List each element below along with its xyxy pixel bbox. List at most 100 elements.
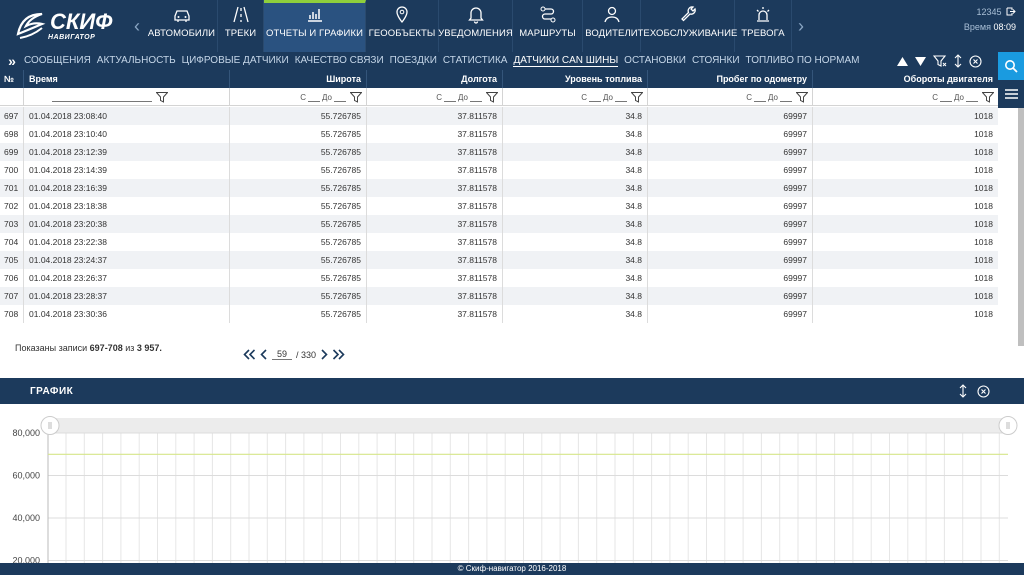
nav-item-chart[interactable]: ОТЧЕТЫ И ГРАФИКИ	[264, 0, 366, 52]
cell-fuel: 34.8	[503, 251, 648, 269]
page-number-input[interactable]: 59	[272, 349, 292, 360]
clear-filter-icon[interactable]	[933, 55, 947, 67]
graph-area: 80,000 60,000 40,000 20,000	[0, 404, 1024, 566]
logout-icon[interactable]	[1006, 7, 1016, 16]
nav-scroll-right-icon[interactable]: ›	[792, 0, 810, 52]
scrollbar-thumb[interactable]	[1018, 108, 1024, 346]
filter-to-input[interactable]	[966, 93, 978, 102]
sort-asc-icon[interactable]	[897, 56, 908, 66]
col-header-time[interactable]: Время	[24, 70, 230, 88]
subtab-6[interactable]: ДАТЧИКИ CAN ШИНЫ	[513, 55, 619, 67]
subtab-3[interactable]: КАЧЕСТВО СВЯЗИ	[295, 55, 384, 67]
cell-odo: 69997	[648, 125, 813, 143]
col-header-odometer[interactable]: Пробег по одометру	[648, 70, 813, 88]
col-header-latitude[interactable]: Широта	[230, 70, 367, 88]
cell-lon: 37.811578	[367, 125, 503, 143]
table-row[interactable]: 708 01.04.2018 23:30:36 55.726785 37.811578…	[0, 305, 998, 323]
cell-lat: 55.726785	[230, 107, 367, 125]
user-id[interactable]: 12345	[976, 7, 1001, 17]
brand-logo[interactable]: СКИФ НАВИГАТОР	[0, 0, 128, 52]
cell-fuel: 34.8	[503, 107, 648, 125]
nav-item-car[interactable]: АВТОМОБИЛИ	[146, 0, 218, 52]
resize-vertical-icon[interactable]	[954, 54, 962, 68]
report-subtabs: » СООБЩЕНИЯ АКТУАЛЬНОСТЬ ЦИФРОВЫЕ ДАТЧИКИ К…	[0, 52, 998, 70]
table-row[interactable]: 702 01.04.2018 23:18:38 55.726785 37.811578…	[0, 197, 998, 215]
cell-eng: 1018	[974, 219, 993, 229]
filter-from-input[interactable]	[308, 93, 321, 102]
col-header-fuel-level[interactable]: Уровень топлива	[503, 70, 648, 88]
filter-to-input[interactable]	[470, 93, 482, 102]
nav-scroll-left-icon[interactable]: ‹	[128, 0, 146, 52]
prev-page-icon[interactable]	[260, 349, 268, 360]
nav-item-label: ТРЕКИ	[224, 28, 257, 39]
table-row[interactable]: 705 01.04.2018 23:24:37 55.726785 37.811578…	[0, 251, 998, 269]
subtab-1[interactable]: АКТУАЛЬНОСТЬ	[97, 55, 176, 67]
table-row[interactable]: 703 01.04.2018 23:20:38 55.726785 37.811578…	[0, 215, 998, 233]
records-info: Показаны записи 697-708 из 3 957.	[15, 343, 162, 353]
nav-item-user[interactable]: ВОДИТЕЛИ	[583, 0, 641, 52]
cell-no: 700	[0, 161, 24, 179]
graph-resize-icon[interactable]	[959, 384, 967, 398]
range-handle-right[interactable]	[998, 416, 1018, 435]
filter-funnel-icon[interactable]	[350, 91, 362, 103]
filter-from-input[interactable]	[754, 93, 767, 102]
nav-item-label: ТРЕВОГА	[741, 28, 785, 39]
nav-item-wrench[interactable]: ТЕХОБСЛУЖИВАНИЕ	[638, 0, 737, 52]
col-header-no[interactable]: №	[0, 70, 24, 88]
range-handle-left[interactable]	[40, 416, 60, 435]
next-page-icon[interactable]	[320, 349, 328, 360]
filter-from-input[interactable]	[940, 93, 953, 102]
subtab-0[interactable]: СООБЩЕНИЯ	[24, 55, 91, 67]
filter-funnel-icon[interactable]	[631, 91, 643, 103]
filter-funnel-icon[interactable]	[796, 91, 808, 103]
time-filter-input[interactable]	[52, 93, 152, 102]
table-scrollbar[interactable]	[1018, 108, 1024, 346]
filter-to-input[interactable]	[780, 93, 792, 102]
nav-item-road[interactable]: ТРЕКИ	[218, 0, 264, 52]
cell-lon: 37.811578	[367, 305, 503, 323]
nav-item-location-pin[interactable]: ГЕООБЪЕКТЫ	[366, 0, 439, 52]
table-row[interactable]: 699 01.04.2018 23:12:39 55.726785 37.811578…	[0, 143, 998, 161]
filter-from-input[interactable]	[444, 93, 457, 102]
graph-close-icon[interactable]	[977, 384, 990, 398]
subtab-9[interactable]: ТОПЛИВО ПО НОРМАМ	[746, 55, 860, 67]
table-row[interactable]: 700 01.04.2018 23:14:39 55.726785 37.811578…	[0, 161, 998, 179]
range-slider-track[interactable]	[50, 418, 1012, 433]
cell-odo: 69997	[648, 161, 813, 179]
subtab-8[interactable]: СТОЯНКИ	[692, 55, 740, 67]
cell-no: 707	[0, 287, 24, 305]
subtab-2[interactable]: ЦИФРОВЫЕ ДАТЧИКИ	[182, 55, 289, 67]
close-panel-icon[interactable]	[969, 54, 982, 68]
cell-time: 01.04.2018 23:30:36	[24, 305, 230, 323]
cell-no: 699	[0, 143, 24, 161]
table-row[interactable]: 704 01.04.2018 23:22:38 55.726785 37.811578…	[0, 233, 998, 251]
cell-odo: 69997	[648, 179, 813, 197]
nav-item-route[interactable]: МАРШРУТЫ	[513, 0, 583, 52]
nav-item-bell[interactable]: УВЕДОМЛЕНИЯ	[438, 0, 513, 52]
table-row[interactable]: 706 01.04.2018 23:26:37 55.726785 37.811578…	[0, 269, 998, 287]
filter-from-input[interactable]	[589, 93, 602, 102]
filter-funnel-icon[interactable]	[982, 91, 994, 103]
table-row[interactable]: 707 01.04.2018 23:28:37 55.726785 37.811578…	[0, 287, 998, 305]
col-header-longitude[interactable]: Долгота	[367, 70, 503, 88]
expand-panel-icon[interactable]: »	[0, 52, 24, 70]
table-row[interactable]: 697 01.04.2018 23:08:40 55.726785 37.811578…	[0, 107, 998, 125]
menu-button[interactable]	[998, 80, 1024, 108]
filter-funnel-icon[interactable]	[156, 91, 168, 103]
search-button[interactable]	[998, 52, 1024, 80]
subtab-5[interactable]: СТАТИСТИКА	[443, 55, 508, 67]
nav-item-label: АВТОМОБИЛИ	[147, 28, 216, 39]
records-range: 697-708	[89, 343, 123, 353]
filter-funnel-icon[interactable]	[486, 91, 498, 103]
nav-item-siren[interactable]: ТРЕВОГА	[735, 0, 792, 52]
sort-desc-icon[interactable]	[915, 56, 926, 66]
first-page-icon[interactable]	[243, 349, 256, 360]
last-page-icon[interactable]	[332, 349, 345, 360]
table-row[interactable]: 698 01.04.2018 23:10:40 55.726785 37.811578…	[0, 125, 998, 143]
filter-to-input[interactable]	[615, 93, 627, 102]
subtab-7[interactable]: ОСТАНОВКИ	[624, 55, 686, 67]
col-header-engine-rpm[interactable]: Обороты двигателя	[813, 70, 998, 88]
filter-to-input[interactable]	[334, 93, 346, 102]
subtab-4[interactable]: ПОЕЗДКИ	[390, 55, 437, 67]
table-row[interactable]: 701 01.04.2018 23:16:39 55.726785 37.811578…	[0, 179, 998, 197]
